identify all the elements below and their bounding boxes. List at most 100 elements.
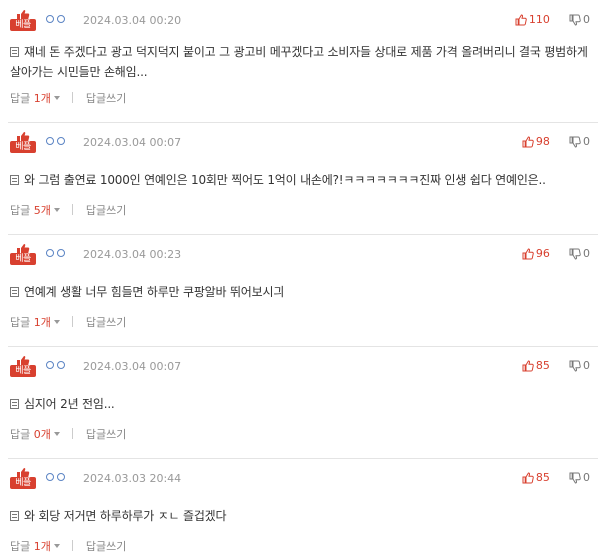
comment-date: 2024.03.04 00:07 xyxy=(83,136,182,149)
chevron-down-icon xyxy=(53,96,60,100)
reply-toggle[interactable]: 답글 5개 xyxy=(10,204,60,218)
divider xyxy=(72,540,74,551)
comment-header: 베플 2024.03.04 00:07 85 0 xyxy=(10,356,590,380)
upvote-count: 85 xyxy=(535,471,550,484)
comment-header: 베플 2024.03.03 20:44 85 0 xyxy=(10,468,590,492)
thumbs-down-icon xyxy=(569,14,581,26)
thumbs-up-icon xyxy=(522,136,534,148)
divider xyxy=(8,346,598,347)
memo-icon xyxy=(10,175,19,185)
comment-item: 베플 2024.03.04 00:07 85 0 심지어 2년 전임... 답글… xyxy=(0,356,598,460)
best-badge-label: 베플 xyxy=(10,19,36,31)
write-reply-button[interactable]: 답글쓰기 xyxy=(86,92,126,106)
comment-text: 심지어 2년 전임... xyxy=(10,394,596,414)
divider xyxy=(8,234,598,235)
best-badge-label: 베플 xyxy=(10,365,36,377)
memo-icon xyxy=(10,511,19,521)
comment-list: 베플 2024.03.04 00:20 110 0 쟤네 돈 주겠다고 광고 덕… xyxy=(0,0,610,557)
comment-header: 베플 2024.03.04 00:23 96 0 xyxy=(10,244,590,268)
chevron-down-icon xyxy=(53,320,60,324)
vote-group: 85 0 xyxy=(522,358,590,376)
downvote-count: 0 xyxy=(583,471,590,484)
best-badge: 베플 xyxy=(10,356,38,378)
thumbs-down-icon xyxy=(569,360,581,372)
anonymous-user-icon xyxy=(46,15,70,27)
upvote-count: 110 xyxy=(528,13,550,26)
best-badge: 베플 xyxy=(10,244,38,266)
divider xyxy=(72,204,74,215)
chevron-down-icon xyxy=(53,208,60,212)
anonymous-user-icon xyxy=(46,473,70,485)
comment-item: 베플 2024.03.04 00:23 96 0 연예계 생활 너무 힘들면 하… xyxy=(0,244,598,348)
comment-footer: 답글 0개 답글쓰기 xyxy=(10,428,126,442)
divider xyxy=(8,458,598,459)
best-badge: 베플 xyxy=(10,132,38,154)
reply-count: 1개 xyxy=(33,92,51,105)
comment-date: 2024.03.03 20:44 xyxy=(83,472,182,485)
comment-date: 2024.03.04 00:23 xyxy=(83,248,182,261)
memo-icon xyxy=(10,399,19,409)
vote-group: 85 0 xyxy=(522,470,590,488)
comment-footer: 답글 1개 답글쓰기 xyxy=(10,316,126,330)
reply-count: 1개 xyxy=(33,316,51,329)
downvote-count: 0 xyxy=(583,135,590,148)
downvote-count: 0 xyxy=(583,359,590,372)
comment-header: 베플 2024.03.04 00:07 98 0 xyxy=(10,132,590,156)
upvote-count: 85 xyxy=(535,359,550,372)
downvote-button[interactable]: 0 xyxy=(569,470,590,486)
write-reply-button[interactable]: 답글쓰기 xyxy=(86,204,126,218)
reply-toggle[interactable]: 답글 1개 xyxy=(10,92,60,106)
upvote-button[interactable]: 96 xyxy=(522,246,550,262)
upvote-button[interactable]: 85 xyxy=(522,470,550,486)
divider xyxy=(8,122,598,123)
comment-item: 베플 2024.03.04 00:20 110 0 쟤네 돈 주겠다고 광고 덕… xyxy=(0,10,598,122)
chevron-down-icon xyxy=(53,432,60,436)
write-reply-button[interactable]: 답글쓰기 xyxy=(86,428,126,442)
comment-header: 베플 2024.03.04 00:20 110 0 xyxy=(10,10,590,34)
thumbs-up-icon xyxy=(522,472,534,484)
downvote-count: 0 xyxy=(583,247,590,260)
reply-count: 1개 xyxy=(33,540,51,553)
vote-group: 96 0 xyxy=(522,246,590,264)
write-reply-button[interactable]: 답글쓰기 xyxy=(86,540,126,554)
memo-icon xyxy=(10,47,19,57)
anonymous-user-icon xyxy=(46,249,70,261)
anonymous-user-icon xyxy=(46,361,70,373)
comment-date: 2024.03.04 00:07 xyxy=(83,360,182,373)
upvote-button[interactable]: 110 xyxy=(515,12,550,28)
best-badge: 베플 xyxy=(10,468,38,490)
comment-text: 연예계 생활 너무 힘들면 하루만 쿠팡알바 뛰어보시긔 xyxy=(10,282,596,302)
upvote-button[interactable]: 85 xyxy=(522,358,550,374)
upvote-count: 98 xyxy=(535,135,550,148)
comment-text: 쟤네 돈 주겠다고 광고 덕지덕지 붙이고 그 광고비 메꾸겠다고 소비자들 상… xyxy=(10,45,588,79)
upvote-count: 96 xyxy=(535,247,550,260)
downvote-button[interactable]: 0 xyxy=(569,12,590,28)
thumbs-down-icon xyxy=(569,248,581,260)
comment-footer: 답글 5개 답글쓰기 xyxy=(10,204,126,218)
thumbs-up-icon xyxy=(515,14,527,26)
comment-date: 2024.03.04 00:20 xyxy=(83,14,182,27)
divider xyxy=(72,428,74,439)
comment-footer: 답글 1개 답글쓰기 xyxy=(10,92,126,106)
reply-toggle[interactable]: 답글 1개 xyxy=(10,540,60,554)
downvote-button[interactable]: 0 xyxy=(569,246,590,262)
downvote-button[interactable]: 0 xyxy=(569,134,590,150)
downvote-button[interactable]: 0 xyxy=(569,358,590,374)
divider xyxy=(72,92,74,103)
vote-group: 98 0 xyxy=(522,134,590,152)
comment-text: 와 그럼 출연료 1000인 연예인은 10회만 찍어도 1억이 내손에?!ㅋㅋ… xyxy=(10,170,596,190)
reply-toggle[interactable]: 답글 0개 xyxy=(10,428,60,442)
upvote-button[interactable]: 98 xyxy=(522,134,550,150)
reply-count: 0개 xyxy=(33,428,51,441)
reply-toggle[interactable]: 답글 1개 xyxy=(10,316,60,330)
best-badge: 베플 xyxy=(10,10,38,32)
best-badge-label: 베플 xyxy=(10,253,36,265)
chevron-down-icon xyxy=(53,544,60,548)
thumbs-up-icon xyxy=(522,248,534,260)
comment-item: 베플 2024.03.04 00:07 98 0 와 그럼 출연료 1000인 … xyxy=(0,132,598,236)
vote-group: 110 0 xyxy=(515,12,590,30)
memo-icon xyxy=(10,287,19,297)
comment-item: 베플 2024.03.03 20:44 85 0 와 회당 저거면 하루하루가 … xyxy=(0,468,598,557)
thumbs-down-icon xyxy=(569,136,581,148)
write-reply-button[interactable]: 답글쓰기 xyxy=(86,316,126,330)
